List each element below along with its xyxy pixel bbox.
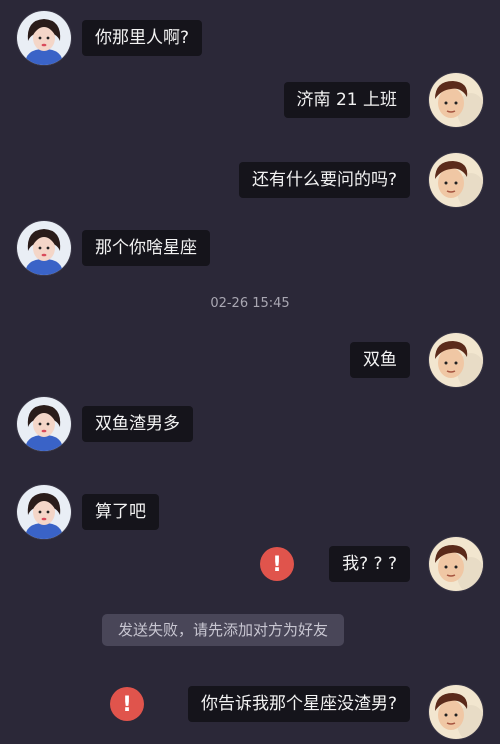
- message-bubble[interactable]: 那个你啥星座: [82, 230, 210, 266]
- my-avatar[interactable]: [428, 536, 484, 592]
- message-row: ! 你告诉我那个星座没渣男?: [0, 684, 500, 744]
- my-avatar[interactable]: [428, 684, 484, 740]
- message-bubble[interactable]: 算了吧: [82, 494, 159, 530]
- message-row: ! 我? ? ?: [0, 536, 500, 596]
- my-avatar[interactable]: [428, 152, 484, 208]
- message-row: 算了吧: [0, 484, 500, 544]
- message-row: 那个你啥星座: [0, 220, 500, 280]
- send-failed-notice: 发送失败，请先添加对方为好友: [102, 614, 345, 646]
- message-bubble[interactable]: 你告诉我那个星座没渣男?: [187, 686, 410, 722]
- send-failed-icon[interactable]: !: [110, 687, 144, 721]
- message-row: 你那里人啊?: [0, 10, 500, 70]
- contact-avatar[interactable]: [16, 10, 72, 66]
- message-bubble[interactable]: 还有什么要问的吗?: [238, 162, 410, 198]
- chat-view: 你那里人啊? 济南 21 上班 还有什么要问的吗? 那个你啥星座 02-26 1…: [0, 0, 500, 740]
- message-row: 还有什么要问的吗?: [0, 152, 500, 212]
- message-row: 双鱼: [0, 332, 500, 392]
- timestamp: 02-26 15:45: [210, 296, 290, 311]
- message-row: 双鱼渣男多: [0, 396, 500, 456]
- contact-avatar[interactable]: [16, 220, 72, 276]
- my-avatar[interactable]: [428, 72, 484, 128]
- message-bubble[interactable]: 双鱼渣男多: [82, 406, 193, 442]
- message-bubble[interactable]: 你那里人啊?: [82, 20, 203, 56]
- contact-avatar[interactable]: [16, 484, 72, 540]
- my-avatar[interactable]: [428, 332, 484, 388]
- message-row: 济南 21 上班: [0, 72, 500, 132]
- message-bubble[interactable]: 济南 21 上班: [283, 82, 410, 118]
- contact-avatar[interactable]: [16, 396, 72, 452]
- message-bubble[interactable]: 我? ? ?: [329, 546, 410, 582]
- send-failed-icon[interactable]: !: [260, 547, 294, 581]
- message-bubble[interactable]: 双鱼: [350, 342, 410, 378]
